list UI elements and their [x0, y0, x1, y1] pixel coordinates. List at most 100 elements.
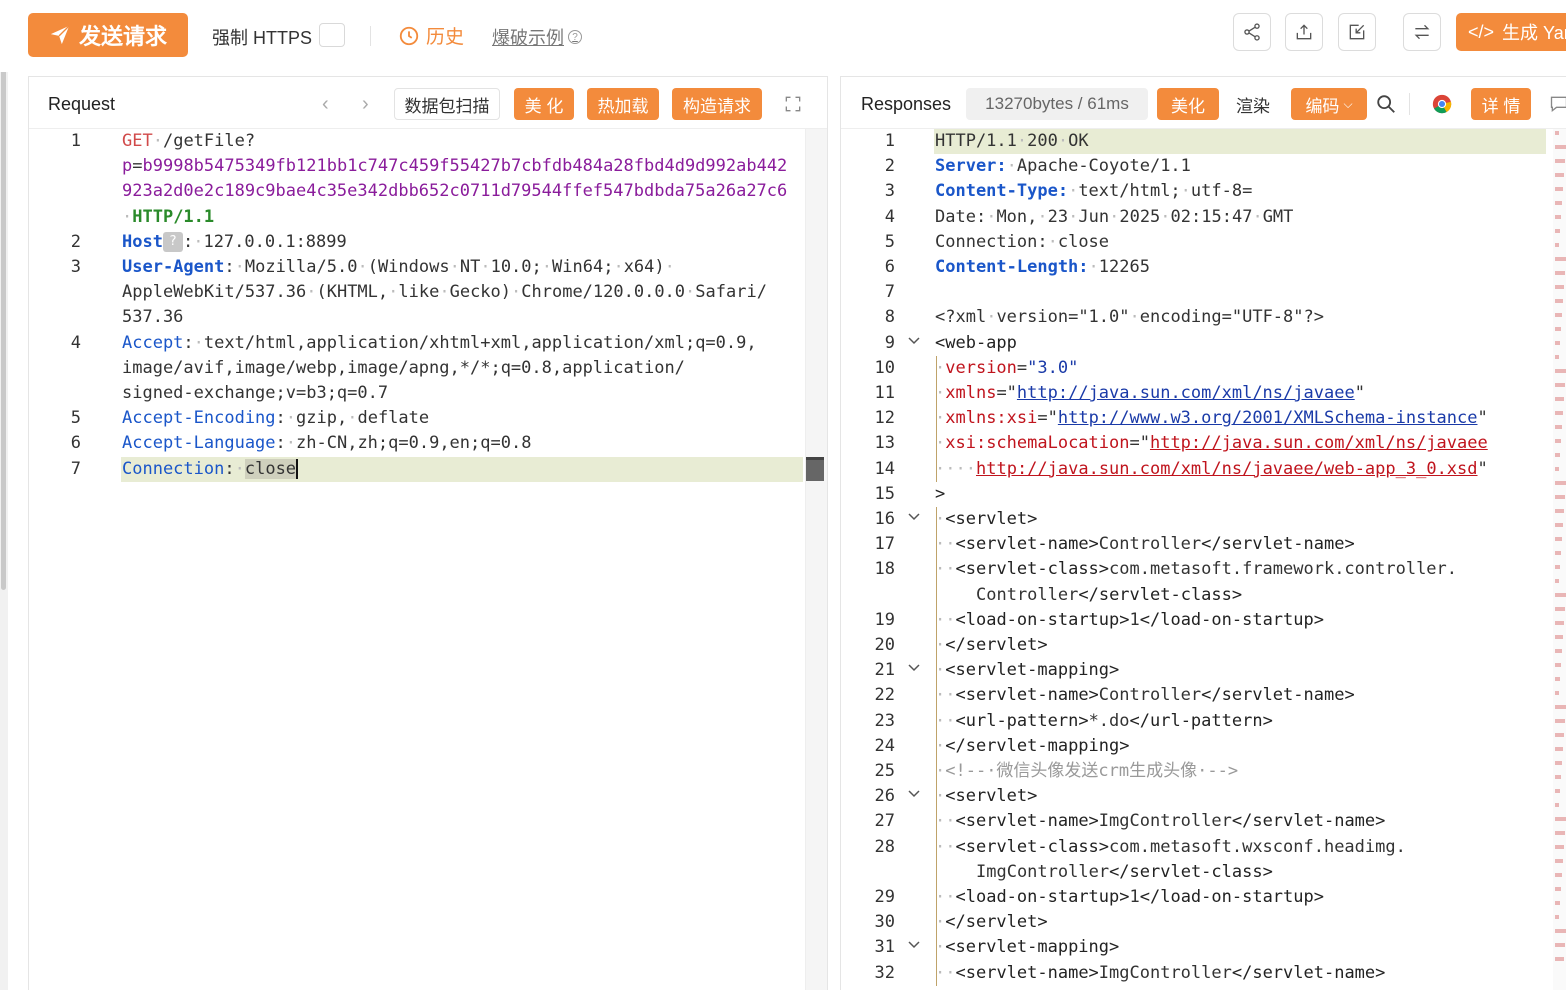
packet-scan-button[interactable]: 数据包扫描	[394, 88, 500, 120]
whitespace-marker: ·	[234, 257, 245, 277]
code-token: Accept	[122, 332, 184, 353]
code-token: Jun	[1078, 206, 1110, 227]
hot-load-label: 热加载	[597, 96, 649, 116]
code-text: signed-exchange;v=b3;q=0.7	[122, 381, 388, 406]
code-text: Accept:·text/html,application/xhtml+xml,…	[122, 331, 757, 356]
swap-button[interactable]	[1403, 13, 1441, 51]
line-number: 26	[874, 786, 895, 807]
encoding-dropdown[interactable]: 编码 ⌵	[1291, 88, 1367, 120]
code-token: :	[224, 458, 235, 479]
code-token: ="	[1037, 408, 1058, 429]
code-token: </servlet-name>	[1231, 962, 1386, 983]
whitespace-marker: ·	[449, 257, 460, 277]
code-token: xsi:schemaLocation	[945, 433, 1130, 454]
response-line: 14 ····http://java.sun.com/xml/ns/javaee/…	[841, 457, 1566, 482]
render-button[interactable]: 渲染	[1225, 88, 1281, 120]
code-token: <servlet>	[945, 509, 1038, 529]
whitespace-marker: ·	[986, 307, 997, 328]
response-header: Responses 13270bytes / 61ms 美化 渲染 编码 ⌵ 详 …	[841, 77, 1566, 129]
whitespace-marker: ·	[945, 534, 956, 555]
code-text: Host?:·127.0.0.1:8899	[122, 230, 347, 255]
code-text: ·xmlns="http://java.sun.com/xml/ns/javae…	[935, 381, 1365, 406]
code-text: <web-app	[935, 331, 1017, 356]
response-line: 29 ··<load-on-startup>1</load-on-startup>	[841, 885, 1566, 910]
export-button[interactable]	[1285, 13, 1323, 51]
code-token: <servlet-mapping>	[945, 937, 1120, 958]
beautify-response-button[interactable]: 美化	[1157, 88, 1219, 120]
whitespace-marker: ·	[945, 710, 956, 731]
code-token: com.metasoft.wxsconf.headimg.	[1109, 836, 1406, 857]
burst-example-link[interactable]: 爆破示例 ?	[492, 24, 582, 50]
detail-button[interactable]: 详 情	[1471, 88, 1531, 120]
code-text: >	[935, 482, 945, 507]
chrome-icon[interactable]	[1429, 91, 1455, 117]
code-token: http://www.w3.org/2001/XMLSchema-instanc…	[1057, 408, 1478, 429]
fold-toggle-icon[interactable]	[907, 334, 923, 351]
response-line: 26 ·<servlet>	[841, 784, 1566, 809]
line-number: 25	[874, 761, 895, 781]
code-token: /getFile?	[162, 131, 256, 151]
search-icon[interactable]	[1373, 91, 1399, 117]
code-text: ·xmlns:xsi="http://www.w3.org/2001/XMLSc…	[935, 406, 1488, 431]
code-token: xmlns:xsi	[945, 408, 1038, 429]
response-line: 19 ··<load-on-startup>1</load-on-startup>	[841, 608, 1566, 633]
force-https-checkbox[interactable]	[319, 23, 345, 47]
whitespace-marker: ·	[152, 131, 163, 151]
encoding-label: 编码	[1305, 96, 1340, 116]
build-request-button[interactable]: 构造请求	[672, 88, 762, 120]
prev-arrow-icon[interactable]: ‹	[322, 93, 329, 116]
whitespace-marker: ·	[1088, 257, 1099, 277]
left-scrollbar-thumb[interactable]	[1, 30, 6, 590]
code-icon: </>	[1468, 21, 1495, 42]
comment-icon[interactable]	[1546, 91, 1566, 117]
fold-toggle-icon[interactable]	[907, 661, 923, 678]
whitespace-marker: ·	[347, 408, 358, 429]
history-button[interactable]: 历史	[398, 22, 464, 49]
response-panel: Responses 13270bytes / 61ms 美化 渲染 编码 ⌵ 详 …	[840, 76, 1566, 990]
fold-toggle-icon[interactable]	[907, 938, 923, 955]
fold-toggle-icon[interactable]	[907, 510, 923, 527]
code-token: Connection:	[935, 231, 1048, 252]
indent-guide	[936, 355, 937, 482]
code-token: Controller	[1098, 685, 1202, 706]
generate-yaml-button[interactable]: </> 生成 Yaml	[1456, 13, 1566, 51]
line-number: 30	[874, 912, 895, 933]
code-text: GET·/getFile?	[122, 129, 255, 154]
line-number: 13	[874, 433, 895, 454]
response-line: 15 >	[841, 482, 1566, 507]
code-token: Mon,	[996, 206, 1038, 227]
code-text: Connection:·close	[935, 230, 1109, 255]
whitespace-marker: ·	[1016, 131, 1028, 151]
next-arrow-icon[interactable]: ›	[362, 93, 369, 116]
request-panel: Request ‹ › 数据包扫描 美 化 热加载 构造请求 1 GET·/get…	[28, 76, 828, 990]
help-badge-icon[interactable]: ?	[162, 231, 183, 252]
line-number: 23	[874, 710, 895, 731]
fold-toggle-icon[interactable]	[907, 787, 923, 804]
request-line: 5 Accept-Encoding:·gzip,·deflate	[29, 406, 827, 431]
left-scrollbar[interactable]	[0, 0, 8, 990]
code-text: Server:·Apache-Coyote/1.1	[935, 154, 1191, 179]
code-token: ImgController	[976, 861, 1110, 882]
send-request-button[interactable]: 发送请求	[28, 13, 188, 57]
response-line: 17 ··<servlet-name>Controller</servlet-na…	[841, 532, 1566, 557]
response-stats: 13270bytes / 61ms	[985, 94, 1129, 113]
response-line: 27 ··<servlet-name>ImgController</servlet…	[841, 809, 1566, 834]
fullscreen-icon[interactable]	[780, 91, 806, 117]
request-editor[interactable]: 1 GET·/getFile? p=b9998b5475349fb121bb1c74…	[29, 129, 827, 990]
whitespace-marker: ·	[1252, 206, 1263, 227]
whitespace-marker: ·	[541, 257, 553, 277]
code-token: Content-Length:	[935, 257, 1089, 277]
hot-load-button[interactable]: 热加载	[587, 88, 659, 120]
response-editor[interactable]: 1 HTTP/1.1·200·OK 2 Server:·Apache-Coyote/1…	[841, 129, 1566, 990]
beautify-request-button[interactable]: 美 化	[514, 88, 574, 120]
code-token: </servlet-name>	[1231, 811, 1386, 832]
share-button[interactable]	[1233, 13, 1271, 51]
code-token: image/avif,image/webp,image/apng,*/*;q=0…	[122, 357, 685, 378]
line-number: 14	[874, 458, 895, 479]
line-number: 2	[884, 156, 895, 177]
detail-label: 详 情	[1481, 96, 1521, 116]
line-number: 21	[874, 660, 895, 681]
code-token: "	[1477, 408, 1488, 429]
request-title: Request	[48, 94, 116, 114]
import-button[interactable]	[1338, 13, 1376, 51]
